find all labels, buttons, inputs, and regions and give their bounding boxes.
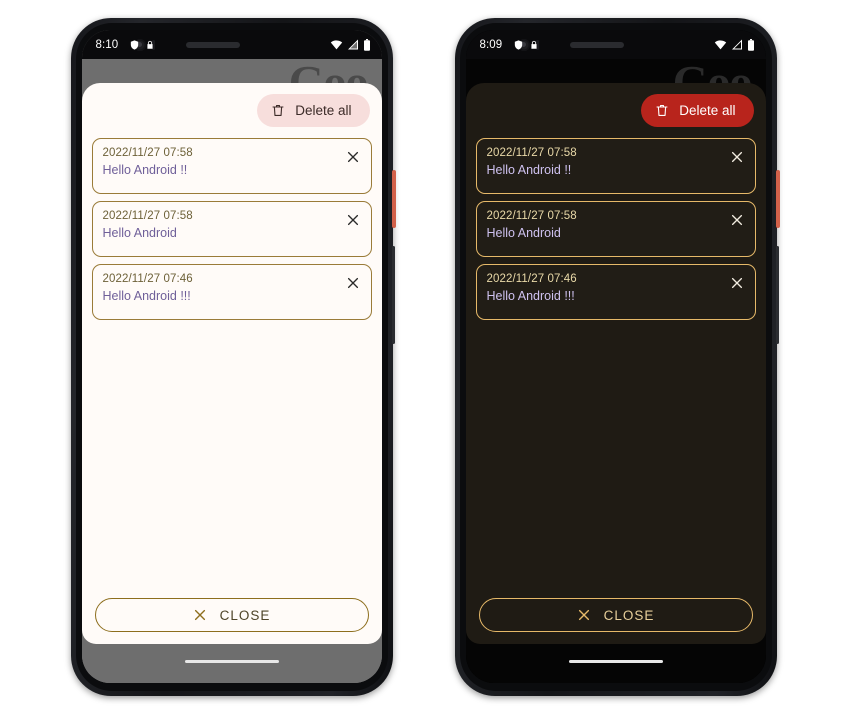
lock-icon (145, 39, 155, 51)
notification-message: Hello Android !! (102, 163, 188, 177)
notification-timestamp: 2022/11/27 07:58 (486, 147, 577, 159)
light-theme-phone: Goo 8:10 (70, 18, 396, 696)
status-bar-right (714, 38, 755, 51)
notification-message: Hello Android (486, 226, 561, 240)
shield-icon (129, 39, 140, 51)
status-bar: 8:10 (82, 30, 382, 59)
power-button[interactable] (775, 170, 780, 228)
wifi-icon (330, 39, 343, 50)
status-bar-left: 8:10 (96, 39, 156, 51)
notification-timestamp: 2022/11/27 07:58 (486, 210, 577, 222)
status-bar: 8:09 (466, 30, 766, 59)
cellular-signal-icon (731, 39, 743, 50)
system-nav-bar (465, 644, 766, 683)
notification-message: Hello Android !!! (102, 289, 191, 303)
notification-message: Hello Android !! (486, 163, 572, 177)
cellular-signal-icon (347, 39, 359, 50)
close-button[interactable]: CLOSE (478, 598, 753, 632)
dark-theme-phone: Goo 8:09 (454, 18, 780, 696)
close-button-label: CLOSE (219, 607, 271, 623)
phone-screen: Goo 8:10 (81, 30, 382, 683)
notification-item[interactable]: 2022/11/27 07:46 Hello Android !!! (91, 264, 372, 320)
battery-icon (363, 38, 371, 51)
system-nav-bar (81, 644, 382, 683)
notification-dismiss-button[interactable] (344, 274, 362, 292)
shield-icon (513, 39, 524, 51)
volume-button[interactable] (775, 246, 779, 344)
notification-dismiss-button[interactable] (728, 148, 746, 166)
trash-icon (271, 103, 285, 118)
dialog-header: Delete all (92, 94, 372, 127)
notification-list: 2022/11/27 07:58 Hello Android !! 2022/1… (91, 138, 372, 590)
delete-all-button[interactable]: Delete all (257, 94, 370, 127)
notification-item[interactable]: 2022/11/27 07:58 Hello Android (91, 201, 372, 257)
dialog-header: Delete all (476, 94, 756, 127)
delete-all-button[interactable]: Delete all (641, 94, 754, 127)
status-bar-clock: 8:10 (95, 38, 119, 51)
notification-timestamp: 2022/11/27 07:46 (102, 273, 193, 285)
screenshot-stage: Goo 8:10 (0, 0, 847, 720)
notification-message: Hello Android !!! (486, 289, 575, 303)
notification-dialog: Delete all 2022/11/27 07:58 Hello Androi… (465, 83, 766, 644)
notification-list: 2022/11/27 07:58 Hello Android !! 2022/1… (475, 138, 756, 590)
phone-screen: Goo 8:09 (465, 30, 766, 683)
lock-icon (529, 39, 539, 51)
status-bar-clock: 8:09 (479, 38, 503, 51)
close-button-label: CLOSE (603, 607, 655, 623)
notification-item[interactable]: 2022/11/27 07:46 Hello Android !!! (475, 264, 756, 320)
home-indicator[interactable] (184, 659, 279, 663)
volume-button[interactable] (391, 246, 395, 344)
battery-icon (747, 38, 755, 51)
notification-item[interactable]: 2022/11/27 07:58 Hello Android !! (91, 138, 372, 194)
notification-timestamp: 2022/11/27 07:58 (102, 147, 193, 159)
wifi-icon (714, 39, 727, 50)
dialog-footer: CLOSE (92, 590, 372, 632)
close-button[interactable]: CLOSE (94, 598, 369, 632)
notification-item[interactable]: 2022/11/27 07:58 Hello Android !! (475, 138, 756, 194)
close-x-icon (577, 608, 591, 622)
close-x-icon (193, 608, 207, 622)
status-bar-right (330, 38, 371, 51)
delete-all-label: Delete all (295, 103, 352, 118)
notification-dismiss-button[interactable] (728, 211, 746, 229)
screen-content: Goo 8:10 (81, 30, 382, 683)
status-bar-left: 8:09 (480, 39, 540, 51)
notification-item[interactable]: 2022/11/27 07:58 Hello Android (475, 201, 756, 257)
dialog-footer: CLOSE (476, 590, 756, 632)
delete-all-label: Delete all (679, 103, 736, 118)
notification-message: Hello Android (102, 226, 177, 240)
notification-dismiss-button[interactable] (728, 274, 746, 292)
notification-dismiss-button[interactable] (344, 148, 362, 166)
notification-dismiss-button[interactable] (344, 211, 362, 229)
screen-content: Goo 8:09 (465, 30, 766, 683)
notification-dialog: Delete all 2022/11/27 07:58 Hello Androi… (81, 83, 382, 644)
notification-timestamp: 2022/11/27 07:46 (486, 273, 577, 285)
notification-timestamp: 2022/11/27 07:58 (102, 210, 193, 222)
home-indicator[interactable] (568, 659, 663, 663)
trash-icon (655, 103, 669, 118)
power-button[interactable] (391, 170, 396, 228)
